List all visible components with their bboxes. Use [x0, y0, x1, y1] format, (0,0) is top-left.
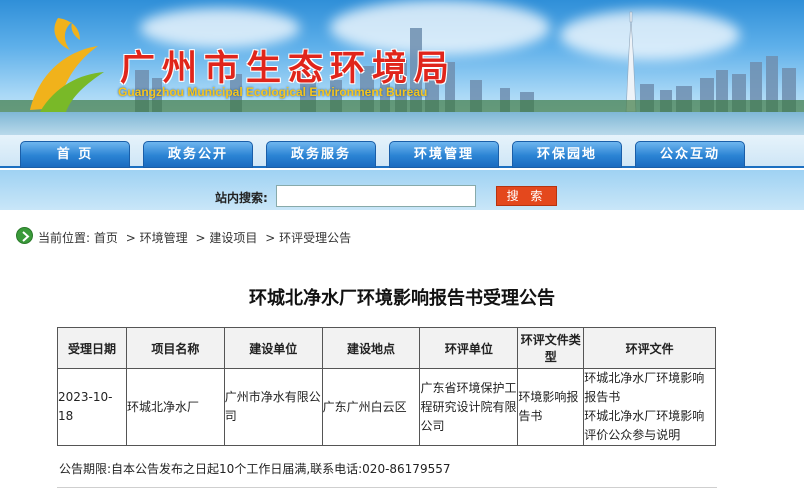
breadcrumb-separator: >: [195, 231, 206, 245]
search-input[interactable]: [276, 185, 476, 207]
cell-date: 2023-10-18: [57, 368, 127, 446]
column-header: 受理日期: [57, 327, 127, 369]
breadcrumb-environment-management[interactable]: 环境管理: [140, 231, 188, 245]
column-header: 环评文件类型: [517, 327, 585, 369]
divider: [57, 487, 717, 488]
breadcrumb: 当前位置: 首页 > 环境管理 > 建设项目 > 环评受理公告: [38, 229, 351, 246]
table-row: 2023-10-18 环城北净水厂 广州市净水有限公司 广东广州白云区 广东省环…: [57, 368, 716, 446]
cell-doc-type: 环境影响报告书: [517, 368, 585, 446]
site-title: 广州市生态环境局: [120, 48, 457, 89]
nav-item-eco-garden[interactable]: 环保园地: [512, 141, 622, 168]
document-link-public-participation[interactable]: 环城北净水厂环境影响评价公众参与说明: [584, 407, 715, 445]
column-header: 环评文件: [583, 327, 716, 369]
column-header: 建设单位: [223, 327, 323, 369]
breadcrumb-construction-projects[interactable]: 建设项目: [209, 231, 257, 245]
nav-item-government-services[interactable]: 政务服务: [266, 141, 376, 168]
column-header: 建设地点: [321, 327, 421, 369]
column-header: 环评单位: [419, 327, 519, 369]
site-subtitle: Guangzhou Municipal Ecological Environme…: [118, 85, 428, 99]
nav-item-home[interactable]: 首 页: [20, 141, 130, 168]
breadcrumb-separator: >: [125, 231, 136, 245]
location-arrow-icon: [16, 227, 33, 244]
nav-item-public-interaction[interactable]: 公众互动: [635, 141, 745, 168]
nav-item-environment-management[interactable]: 环境管理: [389, 141, 499, 168]
search-label: 站内搜索:: [215, 191, 268, 205]
cell-documents: 环城北净水厂环境影响报告书 环城北净水厂环境影响评价公众参与说明: [583, 368, 716, 446]
logo-mark: [30, 18, 104, 112]
header-banner: 广州市生态环境局 Guangzhou Municipal Ecological …: [0, 0, 804, 135]
cell-project-name: 环城北净水厂: [125, 368, 225, 446]
notice-table: 受理日期 项目名称 建设单位 建设地点 环评单位 环评文件类型 环评文件 202…: [57, 327, 716, 446]
article-title: 环城北净水厂环境影响报告书受理公告: [249, 288, 555, 309]
table-header-row: 受理日期 项目名称 建设单位 建设地点 环评单位 环评文件类型 环评文件: [57, 327, 716, 369]
cell-location: 广东广州白云区: [321, 368, 421, 446]
main-nav: 首 页 政务公开 政务服务 环境管理 环保园地 公众互动: [20, 141, 760, 168]
breadcrumb-home[interactable]: 首页: [94, 231, 118, 245]
breadcrumb-prefix: 当前位置:: [38, 231, 91, 245]
document-link-report[interactable]: 环城北净水厂环境影响报告书: [584, 369, 715, 407]
search-button[interactable]: 搜 索: [496, 186, 557, 206]
river-image: [0, 112, 804, 135]
cell-builder: 广州市净水有限公司: [223, 368, 323, 446]
notice-period-text: 公告期限:自本公告发布之日起10个工作日届满,联系电话:020-86179557: [59, 462, 451, 476]
nav-item-government-affairs[interactable]: 政务公开: [143, 141, 253, 168]
cell-eia-unit: 广东省环境保护工程研究设计院有限公司: [419, 368, 519, 446]
breadcrumb-separator: >: [265, 231, 276, 245]
breadcrumb-eia-acceptance-notice[interactable]: 环评受理公告: [279, 231, 351, 245]
column-header: 项目名称: [125, 327, 225, 369]
